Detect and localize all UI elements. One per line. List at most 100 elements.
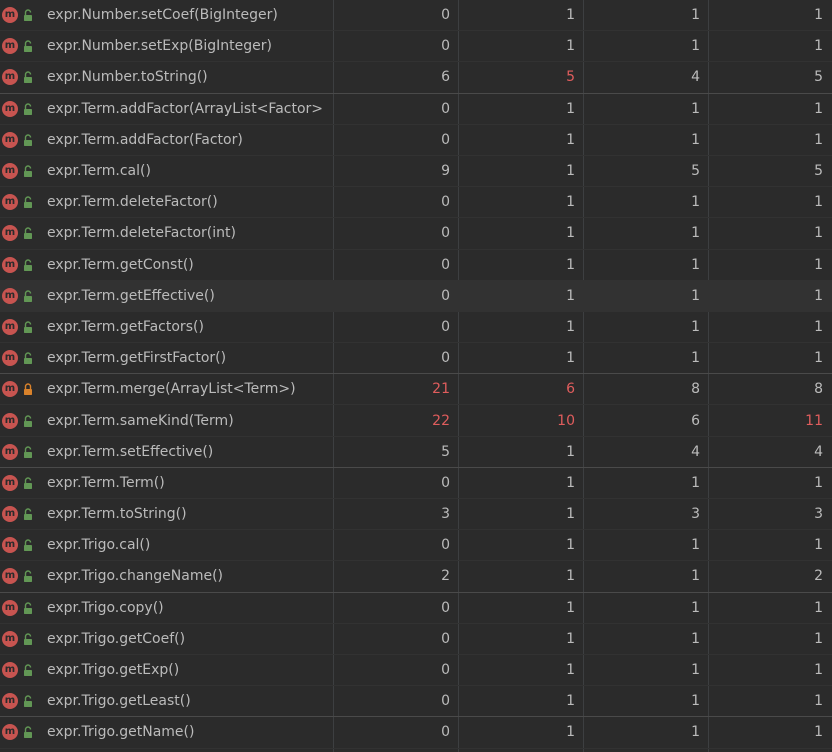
unlocked-padlock-icon (24, 477, 32, 489)
metric-value-col4: 1 (814, 350, 823, 367)
metric-value-col4: 1 (814, 7, 823, 24)
unlocked-padlock-icon (24, 40, 32, 53)
metric-value-col2: 1 (566, 724, 575, 741)
method-icon: m (2, 412, 18, 429)
unlocked-padlock-icon (24, 134, 32, 146)
metric-value-col3: 1 (691, 131, 700, 148)
table-row[interactable]: m expr.Term.cal() 9 1 5 5 (0, 156, 832, 188)
table-row[interactable]: m expr.Term.addFactor(Factor) 0 1 1 1 (0, 125, 832, 156)
metric-value-col1: 0 (441, 350, 450, 367)
method-icon: m (2, 506, 18, 523)
table-row[interactable]: m expr.Trigo.copy() 0 1 1 1 (0, 593, 832, 624)
method-icon: m (2, 350, 18, 367)
method-cell: m expr.Trigo.cal() (0, 530, 334, 560)
method-name: expr.Term.addFactor(Factor) (47, 131, 243, 148)
table-row[interactable]: m expr.Term.addFactor(ArrayList<Factor> 0 1… (0, 94, 832, 125)
table-row[interactable]: m expr.Trigo.cal() 0 1 1 1 (0, 530, 832, 562)
metric-value-col1: 0 (441, 318, 450, 335)
metric-value-col3: 1 (691, 599, 700, 616)
unlocked-padlock-icon (24, 290, 32, 302)
method-cell: m expr.Number.toString() (0, 62, 334, 92)
unlocked-padlock-icon (24, 414, 32, 427)
metric-value-col4: 1 (814, 100, 823, 117)
metric-value-col2: 1 (566, 225, 575, 242)
metric-value-col4: 1 (814, 724, 823, 741)
method-cell: m expr.Term.getFirstFactor() (0, 343, 334, 373)
table-row[interactable]: m expr.Term.merge(ArrayList<Term>) 21 6 8 8 (0, 374, 832, 406)
table-row[interactable]: m expr.Term.toString() 3 1 3 3 (0, 499, 832, 531)
method-icon: m (2, 100, 18, 117)
metric-value-col1: 0 (441, 225, 450, 242)
metric-value-col1: 0 (441, 287, 450, 304)
metric-value-col4: 1 (814, 318, 823, 335)
metric-value-col4: 1 (814, 256, 823, 273)
metric-value-col2: 1 (566, 256, 575, 273)
metric-value-col3: 1 (691, 38, 700, 55)
method-name: expr.Trigo.changeName() (47, 568, 224, 585)
table-row[interactable]: m expr.Number.toString() 6 5 4 5 (0, 62, 832, 94)
unlocked-padlock-icon (24, 539, 32, 552)
method-cell: m expr.Term.toString() (0, 499, 334, 529)
metric-value-col2: 1 (566, 537, 575, 554)
metric-value-col1: 5 (441, 443, 450, 460)
method-name: expr.Number.toString() (47, 69, 208, 86)
metric-value-col2: 1 (566, 599, 575, 616)
table-row[interactable]: m expr.Trigo.getLeast() 0 1 1 1 (0, 686, 832, 718)
table-row[interactable]: m expr.Term.getFactors() 0 1 1 1 (0, 312, 832, 344)
method-icon: m (2, 599, 18, 616)
method-name: expr.Term.addFactor(ArrayList<Factor> (47, 100, 324, 117)
metric-value-col4: 1 (814, 630, 823, 647)
table-row[interactable]: m expr.Term.deleteFactor() 0 1 1 1 (0, 187, 832, 219)
metric-value-col2: 10 (557, 412, 575, 429)
method-icon: m (2, 7, 18, 24)
method-name: expr.Term.getEffective() (47, 287, 215, 304)
method-cell: m expr.Term.getEffective() (0, 281, 334, 311)
table-row[interactable]: m expr.Trigo.getName() 0 1 1 1 (0, 717, 832, 749)
metric-value-col4: 2 (814, 568, 823, 585)
table-row[interactable]: m expr.Term.setEffective() 5 1 4 4 (0, 437, 832, 468)
table-row[interactable]: m expr.Number.setCoef(BigInteger) 0 1 1 1 (0, 0, 832, 32)
metric-value-col1: 6 (441, 69, 450, 86)
metric-value-col3: 1 (691, 7, 700, 24)
table-row[interactable]: m expr.Trigo.getCoef() 0 1 1 1 (0, 624, 832, 655)
metric-value-col4: 1 (814, 537, 823, 554)
metric-value-col4: 1 (814, 662, 823, 679)
method-cell: m expr.Term.deleteFactor() (0, 187, 334, 217)
metric-value-col4: 8 (814, 381, 823, 398)
unlocked-padlock-icon (24, 601, 32, 614)
metric-value-col1: 0 (441, 131, 450, 148)
metric-value-col3: 1 (691, 287, 700, 304)
unlocked-padlock-icon (24, 633, 32, 645)
metric-value-col3: 1 (691, 537, 700, 554)
unlocked-padlock-icon (24, 9, 32, 22)
method-cell: m expr.Trigo.getLeast() (0, 686, 334, 716)
method-name: expr.Trigo.getExp() (47, 662, 180, 679)
metric-value-col4: 1 (814, 194, 823, 211)
table-row[interactable]: m expr.Number.setExp(BigInteger) 0 1 1 1 (0, 31, 832, 63)
table-row[interactable]: m expr.Term.sameKind(Term) 22 10 6 11 (0, 405, 832, 437)
method-cell: m expr.Number.setCoef(BigInteger) (0, 0, 334, 30)
table-row[interactable]: m expr.Term.getConst() 0 1 1 1 (0, 250, 832, 281)
unlocked-padlock-icon (24, 508, 32, 521)
table-row[interactable]: m expr.Trigo.getExp() 0 1 1 1 (0, 655, 832, 687)
table-row[interactable]: m expr.Term.Term() 0 1 1 1 (0, 468, 832, 499)
method-cell: m expr.Term.getConst() (0, 250, 334, 280)
metric-value-col3: 1 (691, 256, 700, 273)
unlocked-padlock-icon (24, 726, 32, 739)
method-name: expr.Term.getFactors() (47, 318, 204, 335)
metric-value-col3: 4 (691, 443, 700, 460)
table-row[interactable]: m expr.Term.deleteFactor(int) 0 1 1 1 (0, 218, 832, 250)
metric-value-col3: 1 (691, 662, 700, 679)
table-row[interactable]: m expr.Term.getFirstFactor() 0 1 1 1 (0, 343, 832, 375)
method-cell: m expr.Trigo.copy() (0, 593, 334, 623)
metric-value-col1: 0 (441, 693, 450, 710)
method-cell: m expr.Term.deleteFactor(int) (0, 218, 334, 248)
method-name: expr.Trigo.getCoef() (47, 630, 186, 647)
table-row[interactable]: m expr.Term.getEffective() 0 1 1 1 (0, 280, 832, 312)
unlocked-padlock-icon (24, 227, 32, 240)
metric-value-col2: 1 (566, 38, 575, 55)
method-icon: m (2, 194, 18, 211)
metric-value-col3: 5 (691, 163, 700, 180)
table-row[interactable]: m expr.Trigo.changeName() 2 1 1 2 (0, 561, 832, 593)
metric-value-col2: 1 (566, 287, 575, 304)
